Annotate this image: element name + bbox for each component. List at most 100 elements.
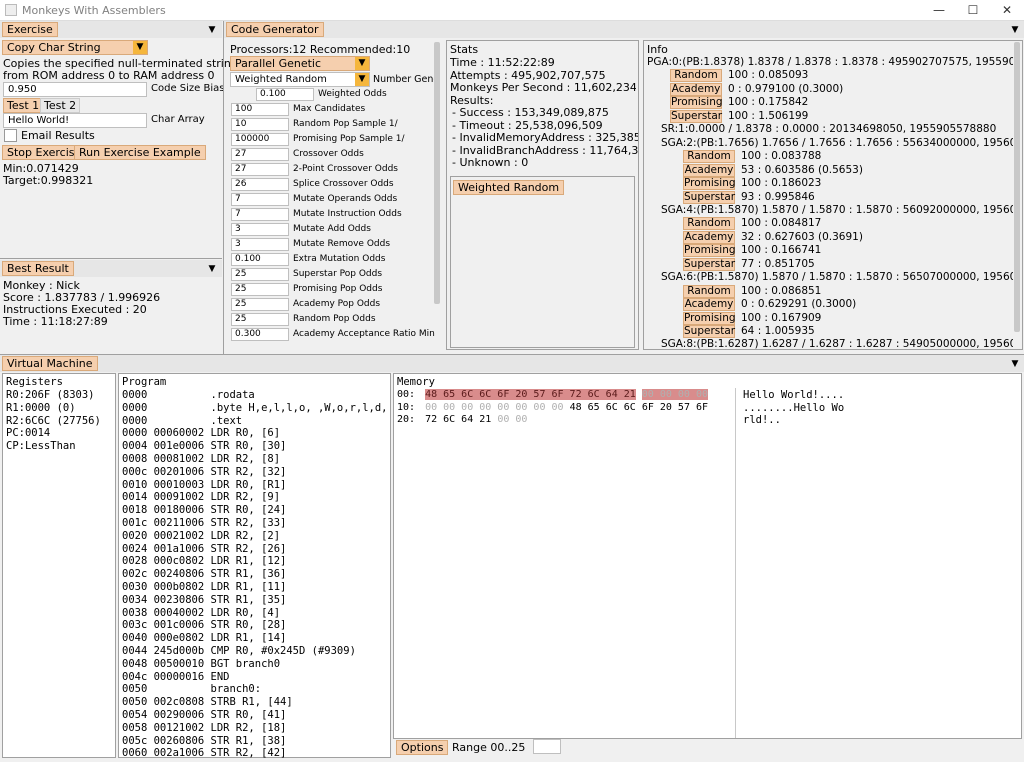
info-value: 64 : 1.005935 — [741, 325, 815, 337]
program-line: 001c 00211006 STR R2, [33] — [122, 516, 287, 529]
tab-test-2[interactable]: Test 2 — [40, 98, 81, 113]
param-input[interactable]: 25 — [231, 283, 289, 296]
tab-test-1[interactable]: Test 1 — [3, 98, 44, 113]
stats-line: Monkeys Per Second : 11,602,234 — [450, 81, 636, 94]
info-value: 100 : 0.167909 — [741, 311, 822, 324]
param-input[interactable]: 25 — [231, 268, 289, 281]
best-result-time: Time : 11:18:27:89 — [3, 315, 108, 328]
param-input[interactable]: 100 — [231, 103, 289, 116]
info-line: PGA:0:(PB:1.8378) 1.8378 / 1.8378 : 1.83… — [647, 56, 1013, 68]
stats-line: Results: — [450, 93, 494, 107]
info-value: 0 : 0.629291 (0.3000) — [741, 298, 857, 311]
best-result-menu-icon[interactable]: ▼ — [207, 264, 217, 274]
program-line: 0050 branch0: — [122, 683, 262, 696]
info-superstar-button[interactable]: Superstar — [683, 190, 735, 204]
stats-line: Time : 11:52:22:89 — [450, 56, 555, 69]
range-input[interactable] — [533, 739, 561, 754]
exercise-select[interactable]: Copy Char String ▼ — [2, 40, 148, 55]
param-input[interactable]: 7 — [231, 193, 289, 206]
param-label: Superstar Pop Odds — [293, 269, 383, 279]
weighted-odds-input[interactable]: 0.100 — [256, 88, 314, 101]
exercise-panel-title: Exercise — [2, 22, 58, 37]
param-input[interactable]: 7 — [231, 208, 289, 221]
param-label: Mutate Remove Odds — [293, 239, 391, 249]
maximize-button[interactable]: ☐ — [956, 0, 990, 21]
info-value: 53 : 0.603586 (0.5653) — [741, 163, 863, 176]
info-random-button[interactable]: Random — [683, 217, 735, 231]
param-label: Mutate Add Odds — [293, 224, 371, 234]
char-array-label: Char Array — [151, 114, 205, 125]
param-input[interactable]: 25 — [231, 298, 289, 311]
code-generator-panel-title: Code Generator — [226, 22, 324, 37]
info-line: SGA:8:(PB:1.6287) 1.6287 / 1.6287 : 1.62… — [661, 338, 1013, 350]
info-promising-button[interactable]: Promising — [683, 244, 736, 258]
code-generator-scrollbar[interactable] — [434, 42, 440, 304]
algorithm-select[interactable]: Parallel Genetic Algorithm ▼ — [230, 56, 370, 83]
memory-bytes: 48 65 6C 6C 6F 20 57 6F — [563, 401, 709, 413]
program-line: 0060 002a1006 STR R2, [42] — [122, 747, 287, 760]
stats-title: Stats — [450, 43, 479, 56]
program-line: 0020 00021002 LDR R2, [2] — [122, 529, 281, 542]
chevron-down-icon: ▼ — [355, 73, 369, 86]
memory-address: 20: — [397, 414, 416, 425]
param-input[interactable]: 0.100 — [231, 253, 289, 266]
info-promising-button[interactable]: Promising — [683, 311, 736, 325]
program-line: 0054 00290006 STR R0, [41] — [122, 708, 287, 721]
run-exercise-example-button[interactable]: Run Exercise Example — [74, 145, 206, 160]
info-random-button[interactable]: Random — [683, 150, 735, 164]
email-results-checkbox[interactable] — [4, 129, 17, 142]
exercise-menu-icon[interactable]: ▼ — [207, 25, 217, 35]
info-scrollbar[interactable] — [1014, 42, 1020, 332]
param-label: Promising Pop Odds — [293, 284, 383, 294]
target-score: Target:0.998321 — [3, 174, 94, 187]
info-academy-button[interactable]: Academy — [670, 82, 722, 96]
code-size-bias-input[interactable]: 0.950 — [3, 82, 147, 97]
options-button[interactable]: Options — [396, 740, 449, 755]
param-input[interactable]: 27 — [231, 148, 289, 161]
memory-title: Memory — [397, 376, 435, 388]
info-value: 0 : 0.979100 (0.3000) — [728, 82, 844, 95]
info-promising-button[interactable]: Promising — [683, 177, 736, 191]
memory-ascii: rld!.. — [743, 414, 781, 426]
param-label: Extra Mutation Odds — [293, 254, 386, 264]
param-label: 2-Point Crossover Odds — [293, 164, 398, 174]
char-array-input[interactable]: Hello World! — [3, 113, 147, 128]
param-input[interactable]: 100000 — [231, 133, 289, 146]
info-academy-button[interactable]: Academy — [683, 230, 735, 244]
param-label: Random Pop Odds — [293, 314, 376, 324]
info-superstar-button[interactable]: Superstar — [670, 109, 722, 123]
left-splitter[interactable] — [223, 21, 224, 354]
param-input[interactable]: 10 — [231, 118, 289, 131]
stats-line: - InvalidMemoryAddress : 325,385,840,0 — [452, 131, 638, 144]
stats-line: - InvalidBranchAddress : 11,764,348,588 — [452, 143, 638, 157]
program-line: 000c 00201006 STR R2, [32] — [122, 465, 287, 478]
info-academy-button[interactable]: Academy — [683, 298, 735, 312]
minimize-button[interactable]: — — [922, 0, 956, 21]
param-input[interactable]: 3 — [231, 238, 289, 251]
program-line: 003c 001c0006 STR R0, [28] — [122, 619, 287, 632]
param-input[interactable]: 25 — [231, 313, 289, 326]
info-superstar-button[interactable]: Superstar — [683, 325, 735, 338]
vm-menu-icon[interactable]: ▼ — [1010, 359, 1020, 369]
info-random-button[interactable]: Random — [670, 69, 722, 83]
memory-empty-bytes: 00 00 00 00 00 00 00 00 — [425, 401, 564, 413]
param-input[interactable]: 0.300 — [231, 328, 289, 341]
memory-bytes: 72 6C 64 21 — [425, 414, 492, 425]
param-input[interactable]: 26 — [231, 178, 289, 191]
info-superstar-button[interactable]: Superstar — [683, 257, 735, 271]
register-line: PC:0014 — [6, 427, 51, 440]
stats-line: - Success : 153,349,089,875 — [452, 106, 609, 119]
program-line: 0008 00081002 LDR R2, [8] — [122, 452, 281, 465]
code-generator-menu-icon[interactable]: ▼ — [1010, 25, 1020, 35]
weighted-random-button[interactable]: Weighted Random — [453, 180, 565, 195]
info-academy-button[interactable]: Academy — [683, 163, 735, 177]
number-generator-select[interactable]: Weighted Random ▼ — [230, 72, 370, 87]
memory-empty-bytes: 00 00 00 00 — [641, 389, 709, 400]
code-generator-header — [224, 21, 1024, 38]
info-promising-button[interactable]: Promising — [670, 96, 723, 110]
param-input[interactable]: 3 — [231, 223, 289, 236]
info-random-button[interactable]: Random — [683, 284, 735, 298]
close-button[interactable]: ✕ — [990, 0, 1024, 21]
param-input[interactable]: 27 — [231, 163, 289, 176]
program-line: 002c 00240806 STR R1, [36] — [122, 568, 287, 581]
